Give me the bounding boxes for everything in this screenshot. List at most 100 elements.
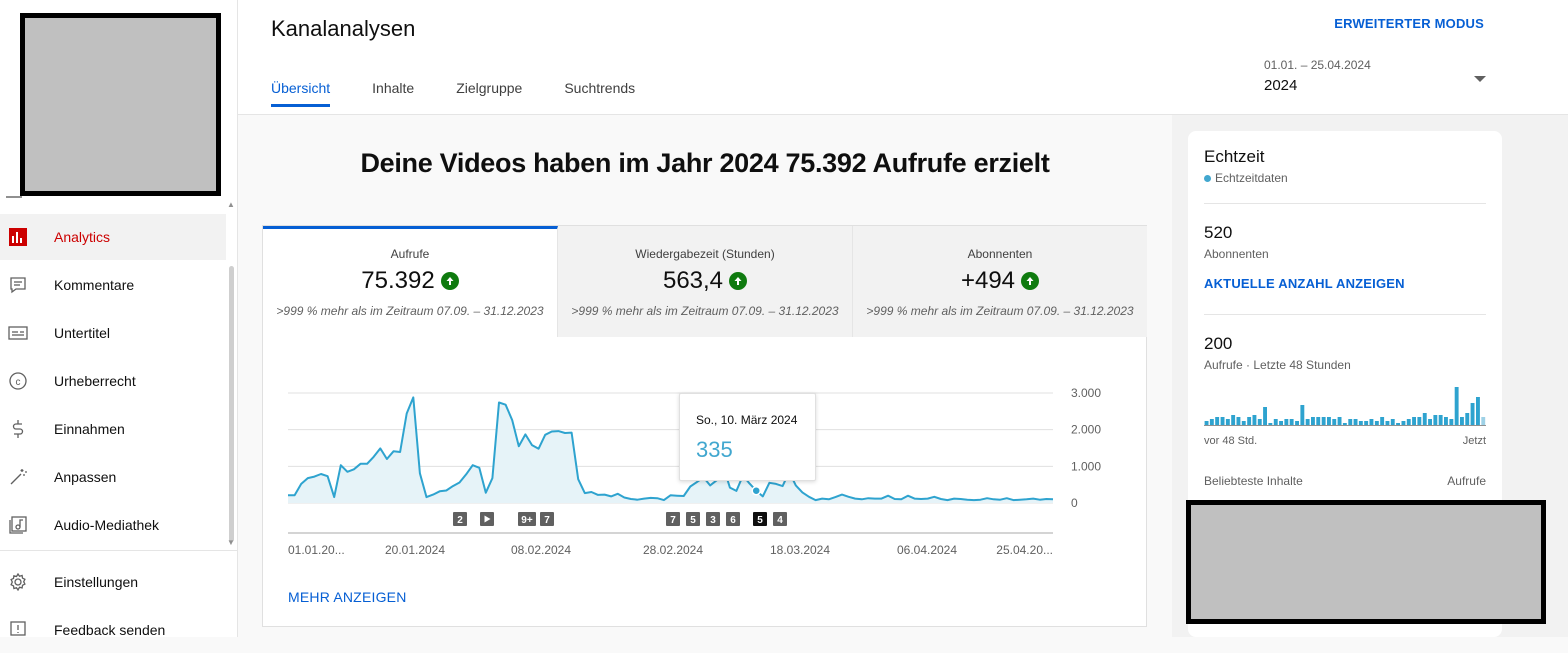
- x-tick-label: 06.04.2024: [897, 543, 957, 557]
- sidebar-item-label: Urheberrecht: [54, 373, 136, 389]
- x-tick-label: 18.03.2024: [770, 543, 830, 557]
- metric-comparison: >999 % mehr als im Zeitraum 07.09. – 31.…: [276, 304, 544, 318]
- realtime-bar: [1305, 419, 1310, 425]
- realtime-bar: [1247, 417, 1252, 425]
- realtime-bar: [1316, 417, 1321, 425]
- sidebar-item-audio-library[interactable]: Audio-Mediathek: [0, 502, 226, 548]
- tab-audience[interactable]: Zielgruppe: [456, 80, 522, 107]
- y-tick-label: 3.000: [1071, 386, 1101, 400]
- realtime-bar: [1438, 415, 1443, 425]
- realtime-bar: [1225, 419, 1230, 425]
- realtime-bar: [1433, 415, 1438, 425]
- sidebar-item-settings[interactable]: Einstellungen: [0, 559, 226, 605]
- gear-icon: [8, 572, 28, 592]
- realtime-bar: [1257, 419, 1262, 425]
- realtime-bar: [1220, 417, 1225, 425]
- realtime-bar: [1342, 423, 1347, 425]
- video-marker-label: 7: [544, 515, 550, 526]
- page-title: Kanalanalysen: [271, 16, 416, 41]
- collapsed-item-stub: [6, 196, 22, 198]
- metric-value: 563,4: [662, 267, 724, 294]
- views-count: 200: [1204, 334, 1233, 353]
- sidebar-item-earnings[interactable]: Einnahmen: [0, 406, 226, 452]
- realtime-subtitle-row: Echtzeitdaten: [1204, 171, 1288, 185]
- sidebar-scrollbar[interactable]: [229, 266, 234, 542]
- realtime-bar: [1449, 419, 1454, 425]
- sidebar-item-label: Einstellungen: [54, 574, 139, 590]
- tooltip-date: So., 10. März 2024: [696, 413, 798, 427]
- svg-text:c: c: [16, 377, 21, 388]
- metric-watch-time[interactable]: Wiedergabezeit (Stunden) 563,4 >999 % me…: [558, 226, 853, 337]
- subtitles-icon: [8, 323, 28, 343]
- metric-subscribers[interactable]: Abonnenten +494 >999 % mehr als im Zeitr…: [853, 226, 1147, 337]
- y-tick-label: 1.000: [1071, 459, 1101, 473]
- sidebar-item-customize[interactable]: Anpassen: [0, 454, 226, 500]
- tab-content[interactable]: Inhalte: [372, 80, 414, 107]
- scroll-up-arrow-icon[interactable]: ▲: [227, 200, 235, 209]
- metric-value: 75.392: [361, 267, 435, 294]
- realtime-bar: [1215, 417, 1220, 425]
- sidebar-item-feedback[interactable]: Feedback senden: [0, 607, 226, 653]
- tab-search-trends[interactable]: Suchtrends: [564, 80, 635, 107]
- realtime-bar: [1396, 423, 1400, 425]
- sidebar: ▲ ▼ Analytics Kommentare Untertitel c Ur…: [0, 0, 238, 638]
- realtime-bar: [1321, 417, 1326, 425]
- show-current-count-link[interactable]: AKTUELLE ANZAHL ANZEIGEN: [1204, 276, 1405, 291]
- realtime-bar: [1273, 419, 1278, 425]
- audio-library-icon: [8, 515, 28, 535]
- realtime-bar-chart[interactable]: [1204, 381, 1486, 427]
- realtime-bar: [1406, 419, 1411, 425]
- divider: [1204, 203, 1486, 204]
- realtime-bar: [1374, 421, 1379, 425]
- metric-views[interactable]: Aufrufe 75.392 >999 % mehr als im Zeitra…: [263, 226, 558, 337]
- analytics-icon: [8, 227, 28, 247]
- show-more-link[interactable]: MEHR ANZEIGEN: [288, 589, 407, 605]
- realtime-bar: [1444, 417, 1448, 425]
- realtime-subtitle: Echtzeitdaten: [1215, 171, 1288, 185]
- realtime-bar: [1364, 421, 1369, 425]
- date-selected: 2024: [1264, 77, 1298, 94]
- magic-wand-icon: [8, 467, 28, 487]
- dollar-icon: [8, 419, 28, 439]
- realtime-bar: [1476, 397, 1480, 425]
- x-tick-label: 20.01.2024: [385, 543, 445, 557]
- subscriber-label: Abonnenten: [1204, 247, 1269, 261]
- comments-icon: [8, 275, 28, 295]
- page-header: Kanalanalysen ERWEITERTER MODUS Übersich…: [238, 0, 1568, 115]
- realtime-axis-start: vor 48 Std.: [1204, 435, 1258, 447]
- copyright-icon: c: [8, 371, 28, 391]
- redacted-content: [1186, 500, 1546, 624]
- video-marker-label: 6: [730, 515, 736, 526]
- realtime-bar: [1470, 403, 1475, 425]
- sidebar-item-copyright[interactable]: c Urheberrecht: [0, 358, 226, 404]
- realtime-bar: [1348, 419, 1353, 425]
- sidebar-divider: [0, 550, 237, 551]
- realtime-bar: [1289, 419, 1294, 425]
- scroll-down-arrow-icon[interactable]: ▼: [227, 538, 235, 547]
- realtime-bar: [1422, 413, 1427, 425]
- advanced-mode-button[interactable]: ERWEITERTER MODUS: [1334, 16, 1484, 31]
- realtime-bar: [1401, 421, 1406, 425]
- tab-overview[interactable]: Übersicht: [271, 80, 331, 107]
- metric-label: Aufrufe: [390, 247, 430, 261]
- sidebar-item-label: Kommentare: [54, 277, 135, 293]
- sidebar-item-analytics[interactable]: Analytics: [0, 214, 226, 260]
- redacted-channel-avatar: [20, 13, 221, 196]
- sidebar-item-subtitles[interactable]: Untertitel: [0, 310, 226, 356]
- tooltip-value: 335: [696, 437, 733, 462]
- realtime-bar: [1454, 387, 1459, 425]
- video-marker-label: 9+: [521, 515, 533, 526]
- realtime-bar: [1460, 417, 1464, 425]
- popular-content-label: Beliebteste Inhalte: [1204, 474, 1303, 488]
- realtime-bar: [1358, 421, 1363, 425]
- subscriber-count: 520: [1204, 223, 1233, 242]
- realtime-bar: [1284, 419, 1289, 425]
- date-range-picker[interactable]: 01.01. – 25.04.2024 2024: [1264, 58, 1486, 102]
- sidebar-item-comments[interactable]: Kommentare: [0, 262, 226, 308]
- realtime-bar: [1295, 421, 1299, 425]
- realtime-bar: [1412, 417, 1416, 425]
- realtime-bar: [1380, 417, 1385, 425]
- metric-comparison: >999 % mehr als im Zeitraum 07.09. – 31.…: [866, 304, 1134, 318]
- realtime-bar: [1300, 405, 1305, 425]
- feedback-icon: [8, 620, 28, 640]
